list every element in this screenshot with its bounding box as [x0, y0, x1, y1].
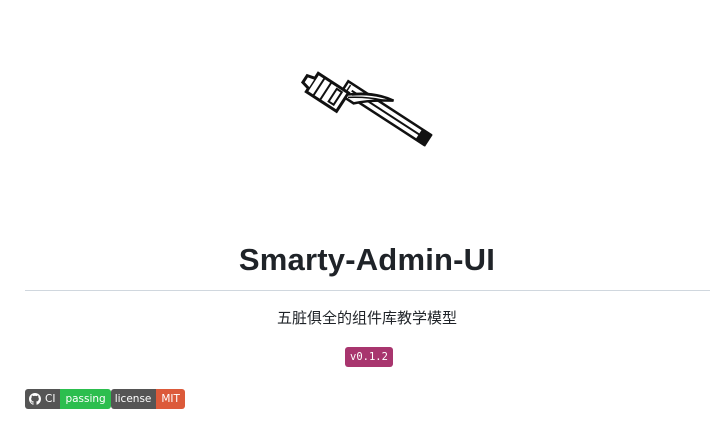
badge-row: CI passing license MIT	[25, 389, 185, 409]
project-title: Smarty-Admin-UI	[238, 242, 496, 277]
ci-badge-label: CI	[45, 393, 56, 405]
license-badge-label: license	[110, 389, 157, 409]
github-icon	[29, 393, 41, 405]
license-badge-value: MIT	[156, 389, 185, 409]
ci-badge-label-segment: CI	[25, 389, 61, 409]
ci-status-badge[interactable]: CI passing	[25, 389, 111, 409]
version-badge[interactable]: v0.1.2	[345, 347, 393, 367]
hammer-icon	[298, 58, 438, 154]
project-subtitle: 五脏俱全的组件库教学模型	[276, 310, 457, 327]
title-divider	[25, 290, 710, 291]
ci-badge-value: passing	[60, 389, 111, 409]
license-badge[interactable]: license MIT	[110, 389, 185, 409]
readme-page: Smarty-Admin-UI 五脏俱全的组件库教学模型 v0.1.2 CI p…	[0, 0, 716, 448]
